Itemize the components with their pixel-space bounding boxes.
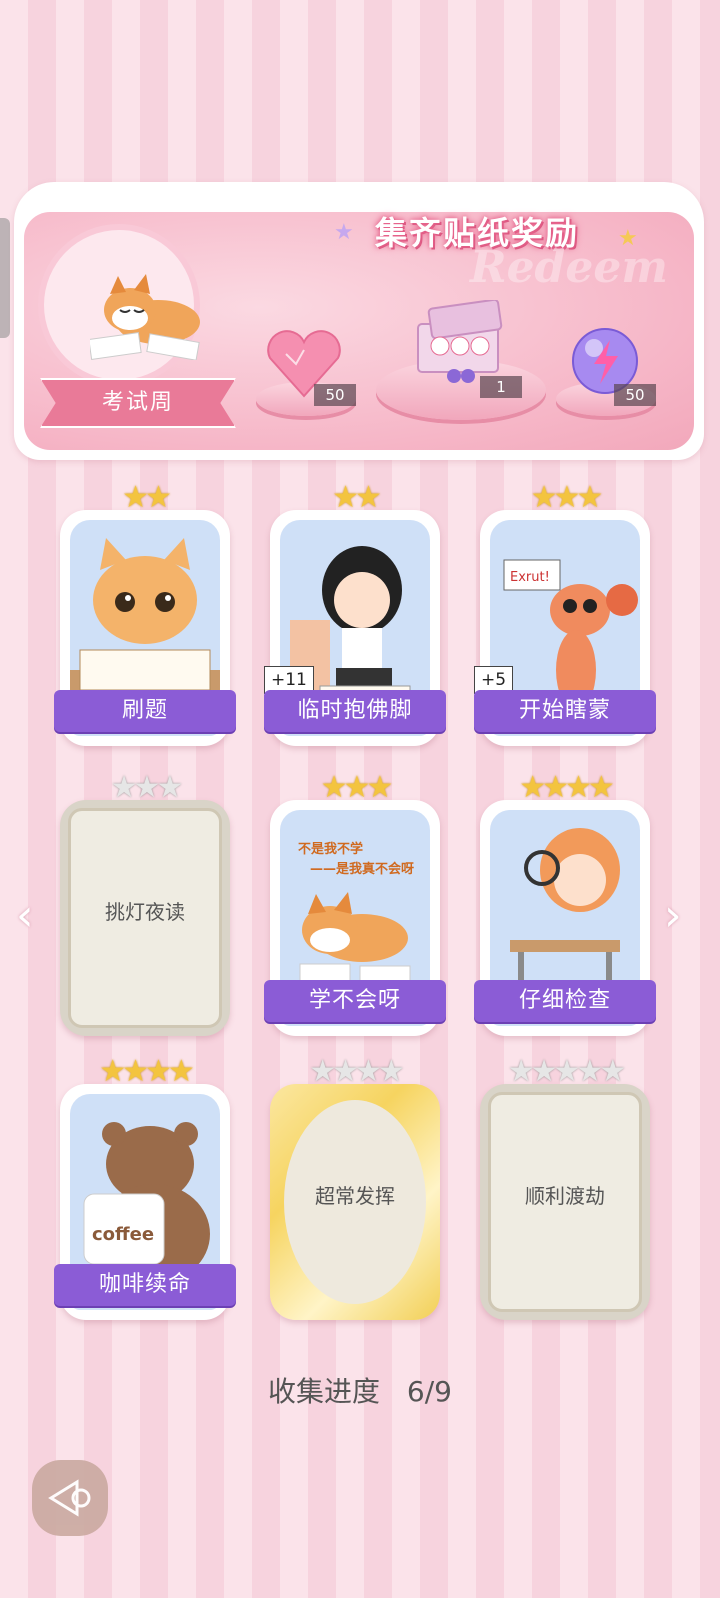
- shrimp-sign-text: Exrut!: [510, 570, 550, 585]
- sticker-name: 学不会呀: [264, 980, 446, 1022]
- next-page-arrow-icon[interactable]: ›: [664, 890, 682, 941]
- star-rating: ★★★: [530, 480, 604, 515]
- reward-count: 50: [314, 384, 356, 406]
- sticker-card-locked[interactable]: ★★★★ 超常发挥: [270, 1054, 440, 1320]
- sticker-card-locked[interactable]: ★★★ 挑灯夜读: [60, 770, 230, 1036]
- sticker-name: 咖啡续命: [54, 1264, 236, 1306]
- sticker-card[interactable]: ★★ +11 临时抱佛脚: [264, 480, 446, 746]
- sleepy-dog-icon: [90, 274, 200, 360]
- sticker-name: 超常发挥: [315, 1184, 395, 1208]
- sticker-name: 刷题: [54, 690, 236, 732]
- star-rating: ★★★★: [309, 1054, 405, 1089]
- progress-label: 收集进度: [268, 1375, 381, 1408]
- gift-box-icon[interactable]: [410, 300, 506, 384]
- redeem-watermark: Redeem: [470, 242, 668, 293]
- reward-count: 1: [480, 376, 522, 398]
- sticker-card[interactable]: ★★★ 不是我不学 ——是我真不会呀 学不会呀: [264, 770, 446, 1036]
- previous-page-arrow-icon[interactable]: ‹: [16, 890, 34, 941]
- sticker-name: 开始瞎蒙: [474, 690, 656, 732]
- star-rating: ★★★: [320, 770, 394, 805]
- collection-progress: 收集进度 6/9: [0, 1370, 720, 1410]
- back-arrow-icon: [48, 1479, 91, 1517]
- sleepy-dog-icon: [299, 892, 411, 985]
- sticker-name: 临时抱佛脚: [264, 690, 446, 732]
- star-rating: ★★★★: [519, 770, 615, 805]
- side-drawer-handle[interactable]: [0, 218, 10, 338]
- sticker-caption: 不是我不学: [298, 842, 364, 857]
- progress-value: 6/9: [406, 1375, 452, 1408]
- reward-count: 50: [614, 384, 656, 406]
- star-rating: ★★: [332, 480, 382, 515]
- theme-label: 考试周: [40, 378, 236, 428]
- sticker-name: 挑灯夜读: [105, 900, 185, 924]
- sticker-card[interactable]: ★★★★ 仔细检查: [474, 770, 656, 1036]
- star-rating: ★★★★: [99, 1054, 195, 1089]
- sticker-caption: ——是我真不会呀: [310, 862, 415, 877]
- sticker-card[interactable]: ★★★★ coffee 咖啡续命: [54, 1054, 236, 1320]
- sticker-name: 顺利渡劫: [525, 1184, 605, 1208]
- back-button[interactable]: [32, 1460, 108, 1536]
- star-rating: ★★★: [110, 770, 184, 805]
- sticker-card[interactable]: ★★★ Exrut! +5 开始瞎蒙: [474, 480, 656, 746]
- sticker-card-locked[interactable]: ★★★★★ 顺利渡劫: [480, 1054, 650, 1320]
- star-rating: ★★: [122, 480, 172, 515]
- sticker-name: 仔细检查: [474, 980, 656, 1022]
- star-rating: ★★★★★: [507, 1054, 626, 1089]
- sticker-card[interactable]: ★★ 刷题: [54, 480, 236, 746]
- coffee-cup-text: coffee: [92, 1224, 154, 1245]
- purple-star-icon: ★: [334, 220, 354, 245]
